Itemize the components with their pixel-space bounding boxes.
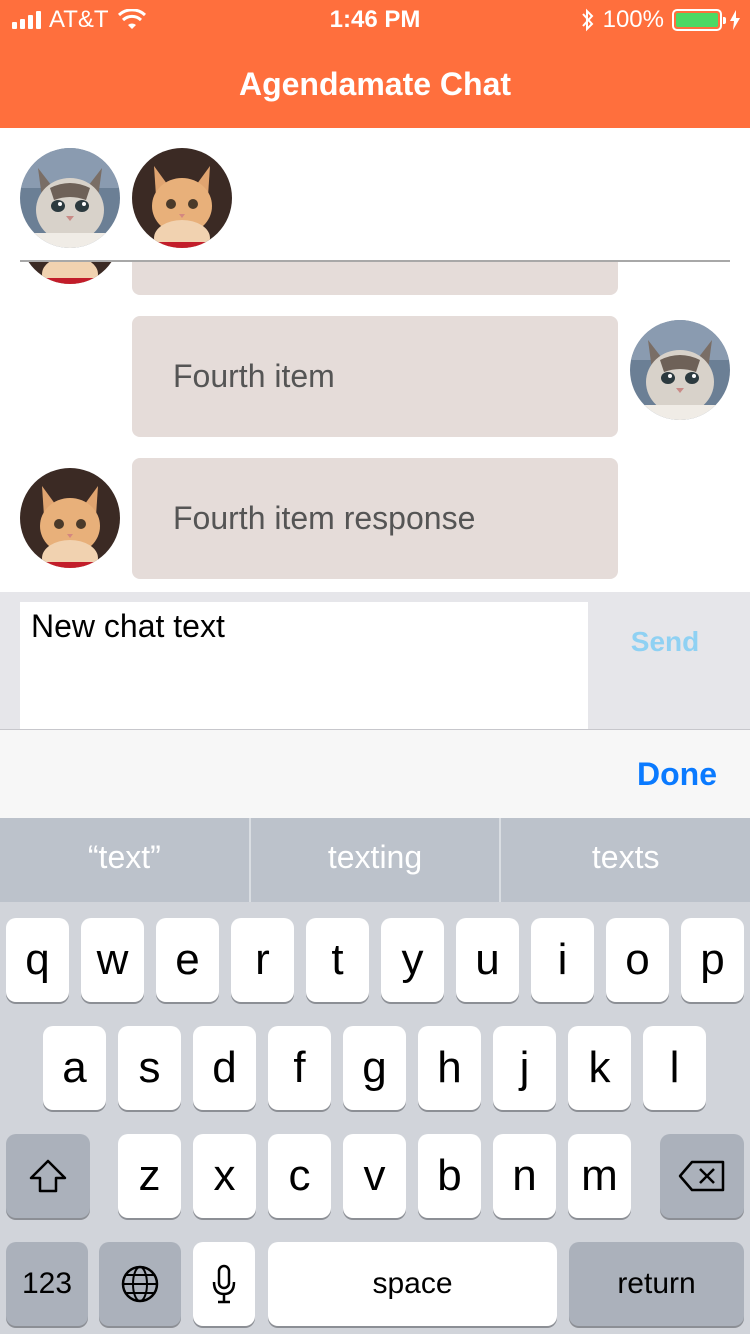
key-j[interactable]: j [493, 1026, 556, 1110]
key-b[interactable]: b [418, 1134, 481, 1218]
key-i[interactable]: i [531, 918, 594, 1002]
key-z[interactable]: z [118, 1134, 181, 1218]
navigation-header: AT&T 1:46 PM 100% Agendamate Chat [0, 0, 750, 128]
charging-icon [730, 10, 740, 30]
key-m[interactable]: m [568, 1134, 631, 1218]
message-bubble: Fourth item [132, 316, 618, 437]
key-p[interactable]: p [681, 918, 744, 1002]
chat-text-input[interactable]: New chat text [20, 602, 588, 730]
message-avatar-tabby [630, 320, 730, 420]
key-w[interactable]: w [81, 918, 144, 1002]
suggestion-item[interactable]: “text” [0, 818, 249, 902]
composer-bar: New chat text Send [0, 592, 750, 730]
key-n[interactable]: n [493, 1134, 556, 1218]
message-bubble [132, 262, 618, 295]
key-h[interactable]: h [418, 1026, 481, 1110]
battery-icon [672, 9, 726, 31]
key-e[interactable]: e [156, 918, 219, 1002]
key-k[interactable]: k [568, 1026, 631, 1110]
bluetooth-icon [581, 8, 593, 32]
key-x[interactable]: x [193, 1134, 256, 1218]
key-q[interactable]: q [6, 918, 69, 1002]
key-g[interactable]: g [343, 1026, 406, 1110]
key-l[interactable]: l [643, 1026, 706, 1110]
space-key[interactable]: space [268, 1242, 557, 1326]
globe-key[interactable] [99, 1242, 181, 1326]
key-s[interactable]: s [118, 1026, 181, 1110]
message-avatar-orange [20, 262, 120, 284]
return-key[interactable]: return [569, 1242, 744, 1326]
suggestion-item[interactable]: texts [501, 818, 750, 902]
key-o[interactable]: o [606, 918, 669, 1002]
suggestion-item[interactable]: texting [251, 818, 500, 902]
suggestion-bar: “text” texting texts [0, 818, 750, 902]
page-title: Agendamate Chat [238, 66, 512, 102]
status-right: 100% [581, 6, 740, 34]
done-button[interactable]: Done [637, 756, 717, 793]
key-r[interactable]: r [231, 918, 294, 1002]
key-a[interactable]: a [43, 1026, 106, 1110]
keyboard-accessory-bar: Done [0, 729, 750, 818]
participants-bar [0, 128, 750, 262]
key-c[interactable]: c [268, 1134, 331, 1218]
send-button[interactable]: Send [590, 626, 740, 658]
delete-key[interactable] [660, 1134, 744, 1218]
message-bubble: Fourth item response [132, 458, 618, 579]
shift-icon [29, 1159, 67, 1193]
key-f[interactable]: f [268, 1026, 331, 1110]
participant-avatar-orange[interactable] [132, 148, 232, 248]
key-v[interactable]: v [343, 1134, 406, 1218]
shift-key[interactable] [6, 1134, 90, 1218]
key-t[interactable]: t [306, 918, 369, 1002]
status-bar: AT&T 1:46 PM 100% [0, 0, 750, 40]
participant-avatar-tabby[interactable] [20, 148, 120, 248]
backspace-icon [678, 1160, 725, 1192]
key-y[interactable]: y [381, 918, 444, 1002]
globe-icon [121, 1265, 159, 1303]
microphone-icon [212, 1264, 236, 1304]
numbers-key[interactable]: 123 [6, 1242, 88, 1326]
message-avatar-orange [20, 468, 120, 568]
key-u[interactable]: u [456, 918, 519, 1002]
microphone-key[interactable] [193, 1242, 255, 1326]
chat-list[interactable]: Fourth item Fourth item response [0, 262, 750, 592]
battery-percent: 100% [602, 6, 664, 33]
battery-fill [676, 13, 718, 27]
keyboard: “text” texting texts qwertyuiop asdfghjk… [0, 818, 750, 1334]
key-d[interactable]: d [193, 1026, 256, 1110]
